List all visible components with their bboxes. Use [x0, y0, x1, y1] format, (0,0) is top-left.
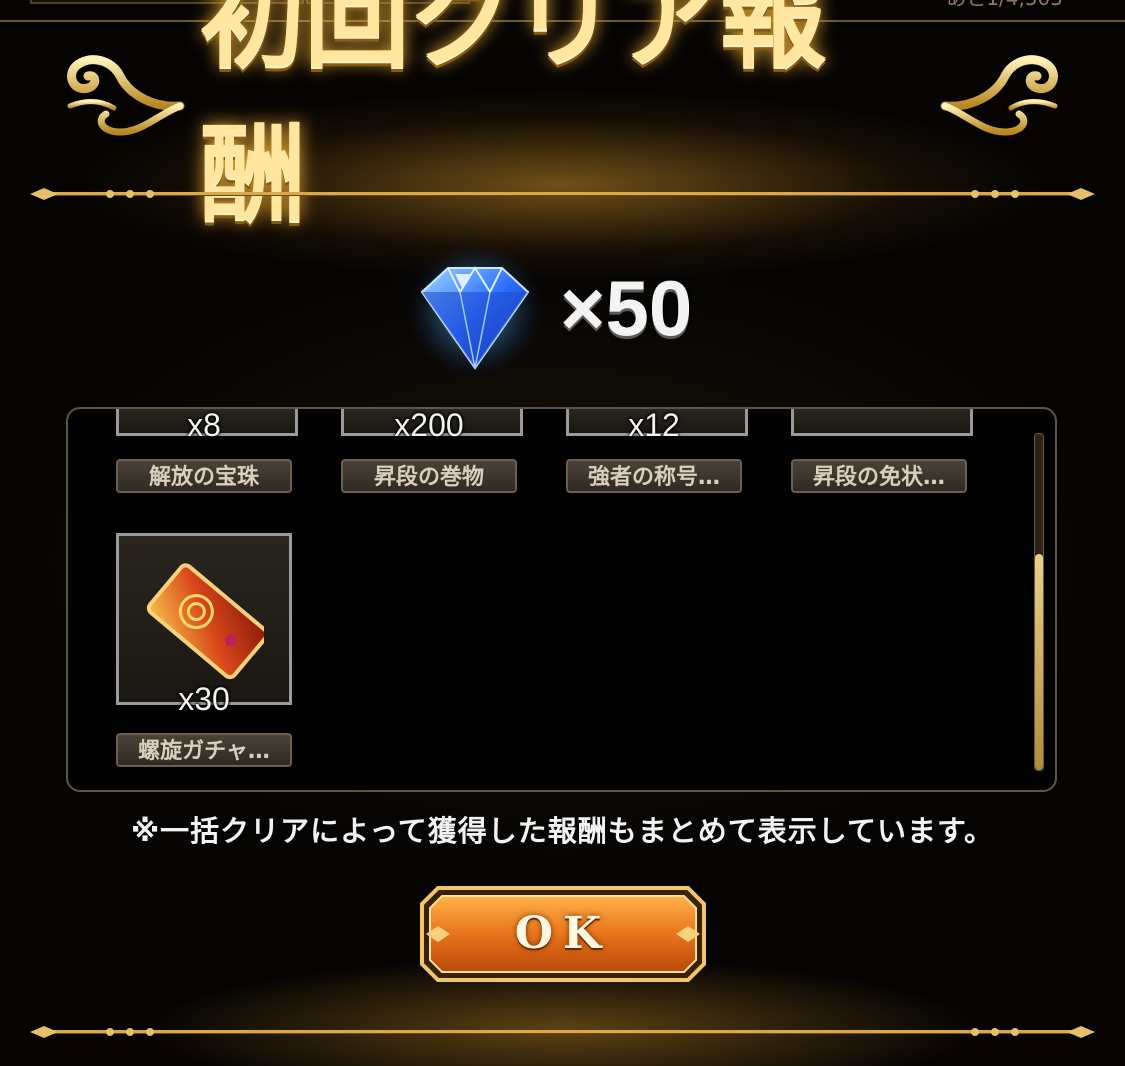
- reward-quantity: x8: [187, 407, 221, 443]
- reward-list-scrollbar[interactable]: [1034, 433, 1044, 771]
- reward-quantity: x200: [394, 407, 464, 443]
- ok-button[interactable]: OK: [418, 884, 708, 984]
- gem-reward-count: ×50: [560, 264, 693, 352]
- left-flourish-icon: [67, 55, 185, 136]
- reward-label: 昇段の巻物: [341, 459, 517, 493]
- ornamental-divider: [30, 188, 1095, 200]
- reward-label: 解放の宝珠: [116, 459, 292, 493]
- top-partial-note: あと1/4,505: [946, 0, 1063, 11]
- ok-button-label: OK: [514, 908, 612, 959]
- ornamental-divider: [30, 1026, 1095, 1038]
- reward-list-panel[interactable]: x8 解放の宝珠 x200 昇段の巻物 x12 強者の称号… 昇段の免状… x3…: [66, 407, 1057, 792]
- reward-quantity: x30: [178, 681, 230, 717]
- reward-quantity: x12: [628, 407, 680, 443]
- page-title: 初回クリア報酬: [200, 0, 826, 236]
- title-banner: 初回クリア報酬: [0, 0, 1125, 236]
- reward-label: 強者の称号…: [566, 459, 742, 493]
- spiral-gacha-ticket-icon: [146, 563, 264, 680]
- reward-label: 昇段の免状…: [791, 459, 967, 493]
- right-flourish-icon: [940, 55, 1058, 136]
- reward-item-frame: [791, 409, 973, 436]
- blue-gem-icon: [407, 242, 543, 378]
- reward-label: 螺旋ガチャ…: [116, 733, 292, 767]
- bulk-clear-notice: ※一括クリアによって獲得した報酬もまとめて表示しています。: [130, 814, 995, 848]
- scrollbar-thumb[interactable]: [1035, 554, 1043, 770]
